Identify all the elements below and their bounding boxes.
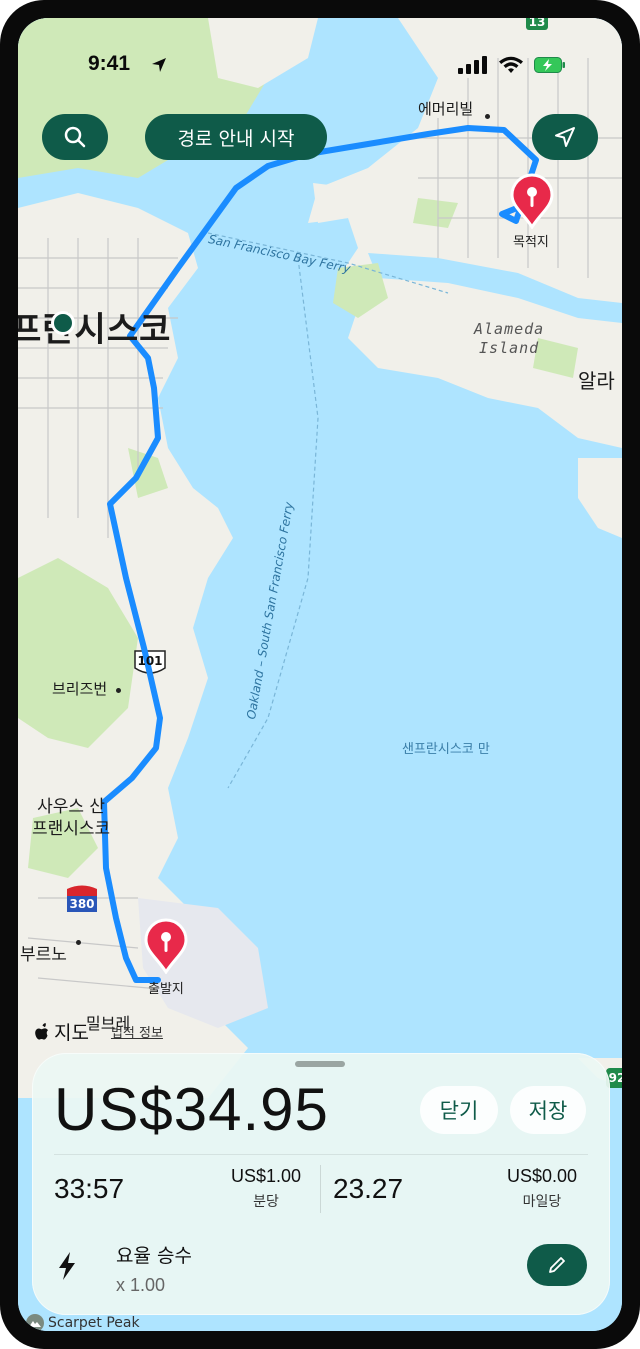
per-mile-rate: US$0.00 마일당 <box>492 1166 592 1211</box>
map-label-alameda-city: 알라 <box>578 369 615 393</box>
sheet-divider <box>54 1154 588 1155</box>
surge-multiplier-title: 요율 승수 <box>116 1245 192 1267</box>
poi-scarpet-peak[interactable]: Scarpet Peak <box>26 1314 140 1331</box>
highway-shield-13: 13 <box>528 18 546 29</box>
mountain-icon <box>26 1314 44 1331</box>
map-label-burlingame: 부르노 <box>20 945 67 965</box>
sheet-grabber[interactable] <box>295 1061 345 1067</box>
per-mile-unit: 마일당 <box>522 1194 562 1210</box>
surge-multiplier-value: x 1.00 <box>116 1275 166 1295</box>
map-screen[interactable]: 에머리빌 프란시스코 Alameda Island 알라 브리즈번 사우스 산 … <box>18 18 622 1331</box>
search-button[interactable] <box>42 114 108 160</box>
poi-dot <box>116 688 121 693</box>
origin-pin-icon[interactable] <box>144 918 188 974</box>
cellular-signal-icon <box>458 56 487 74</box>
fare-amount: US$34.95 <box>54 1076 329 1143</box>
destination-pin-icon[interactable] <box>510 173 554 229</box>
location-arrow-icon <box>152 58 166 72</box>
city-marker-dot <box>51 311 75 335</box>
highway-shield-380: 380 <box>69 897 95 911</box>
map-label-south-sf: 사우스 산 프랜시스코 <box>32 797 111 839</box>
status-time: 9:41 <box>88 52 131 75</box>
save-button[interactable]: 저장 <box>510 1086 586 1134</box>
maps-logo-text: 지도 <box>54 1022 89 1044</box>
stats-divider <box>320 1165 321 1213</box>
map-label-emeryville: 에머리빌 <box>418 100 474 118</box>
navigation-arrow-icon <box>555 127 575 147</box>
wifi-icon <box>499 56 523 73</box>
map-label-bay: 샌프란시스코 만 <box>402 742 490 757</box>
legal-link[interactable]: 법적 정보 <box>111 1022 163 1041</box>
pencil-icon <box>549 1257 565 1273</box>
search-icon <box>64 126 86 148</box>
map-label-san-francisco: 프란시스코 <box>18 310 172 350</box>
trip-duration: 33:57 <box>54 1173 125 1204</box>
map-label-brisbane: 브리즈번 <box>52 680 108 698</box>
bolt-icon <box>59 1252 75 1280</box>
map-label-alameda-island: Alameda Island <box>474 320 545 357</box>
apple-logo-icon <box>35 1022 48 1040</box>
per-minute-rate: US$1.00 분당 <box>220 1166 312 1211</box>
phone-frame: 에머리빌 프란시스코 Alameda Island 알라 브리즈번 사우스 산 … <box>0 0 640 1349</box>
fare-sheet[interactable]: US$34.95 닫기 저장 33:57 US$1.00 분당 23.27 US… <box>32 1053 610 1315</box>
status-icons <box>458 56 566 74</box>
start-navigation-button[interactable]: 경로 안내 시작 <box>145 114 327 160</box>
poi-dot <box>485 114 490 119</box>
current-location-button[interactable] <box>532 114 598 160</box>
edit-button[interactable] <box>527 1244 587 1286</box>
poi-dot <box>76 940 81 945</box>
maps-attribution[interactable]: 지도 법적 정보 <box>34 1018 163 1045</box>
per-minute-unit: 분당 <box>253 1194 279 1210</box>
close-button[interactable]: 닫기 <box>420 1086 498 1134</box>
destination-label: 목적지 <box>513 235 549 250</box>
battery-charging-icon <box>534 57 565 73</box>
trip-distance: 23.27 <box>333 1173 404 1204</box>
origin-label: 출발지 <box>148 982 184 997</box>
highway-shield-101: 101 <box>137 654 163 668</box>
